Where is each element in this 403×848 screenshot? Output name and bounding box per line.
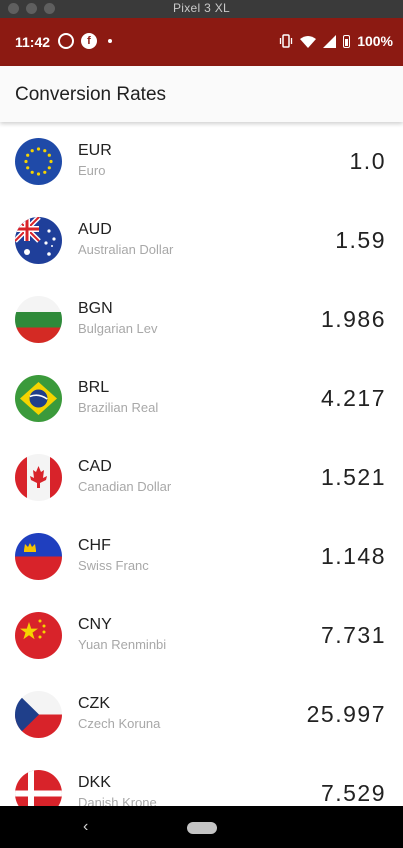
currency-row-brl[interactable]: BRL Brazilian Real 4.217	[0, 359, 403, 438]
currency-code: CAD	[78, 458, 112, 475]
currency-row-czk[interactable]: CZK Czech Koruna 25.997	[0, 675, 403, 754]
signal-icon	[323, 34, 337, 48]
f-app-icon: f	[81, 33, 97, 49]
battery-icon	[343, 34, 351, 48]
currency-row-cny[interactable]: CNY Yuan Renminbi 7.731	[0, 596, 403, 675]
currency-rate: 4.217	[320, 385, 386, 411]
currency-code: AUD	[78, 221, 112, 238]
currency-name: Canadian Dollar	[78, 479, 172, 494]
li-flag-icon	[15, 533, 62, 580]
whatsapp-icon	[58, 33, 74, 49]
currency-name: Swiss Franc	[78, 558, 149, 573]
wifi-icon	[300, 35, 317, 48]
currency-list[interactable]: EUR Euro 1.0 AUD Australian Dollar 1.59 …	[0, 122, 403, 806]
emulator-title: Pixel 3 XL	[172, 1, 231, 15]
currency-rate: 1.59	[335, 227, 386, 253]
currency-code: BGN	[78, 300, 113, 317]
bg-flag-icon	[15, 296, 62, 343]
currency-rate: 1.148	[320, 543, 386, 569]
currency-row-chf[interactable]: CHF Swiss Franc 1.148	[0, 517, 403, 596]
currency-code: EUR	[78, 142, 112, 159]
status-time: 11:42	[15, 34, 51, 50]
currency-rate: 1.0	[349, 148, 386, 174]
currency-name: Czech Koruna	[78, 716, 161, 731]
cn-flag-icon	[15, 612, 62, 659]
currency-rate: 7.731	[320, 622, 386, 648]
currency-rate: 7.529	[320, 780, 386, 806]
home-pill-icon[interactable]	[187, 822, 217, 834]
notification-dot-icon	[108, 39, 112, 43]
back-chevron-icon[interactable]: ‹	[83, 818, 88, 836]
cz-flag-icon	[15, 691, 62, 738]
currency-rate: 1.986	[320, 306, 386, 332]
vibrate-icon	[280, 34, 293, 48]
currency-row-dkk[interactable]: DKK Danish Krone 7.529	[0, 754, 403, 806]
currency-name: Brazilian Real	[78, 400, 159, 415]
currency-code: CZK	[78, 695, 110, 712]
battery-percentage: 100%	[357, 33, 393, 49]
currency-rate: 1.521	[320, 464, 386, 490]
currency-name: Yuan Renminbi	[78, 637, 167, 652]
currency-row-bgn[interactable]: BGN Bulgarian Lev 1.986	[0, 280, 403, 359]
dk-flag-icon	[15, 770, 62, 806]
currency-row-cad[interactable]: CAD Canadian Dollar 1.521	[0, 438, 403, 517]
system-nav-bar: ‹	[0, 806, 403, 848]
currency-code: DKK	[78, 774, 111, 791]
br-flag-icon	[15, 375, 62, 422]
ca-flag-icon	[15, 454, 62, 501]
currency-row-eur[interactable]: EUR Euro 1.0	[0, 122, 403, 201]
currency-code: CHF	[78, 537, 111, 554]
currency-name: Euro	[78, 163, 106, 178]
page-title: Conversion Rates	[15, 84, 167, 105]
emulator-title-bar: Pixel 3 XL	[0, 0, 403, 18]
currency-rate: 25.997	[306, 701, 386, 727]
currency-name: Danish Krone	[78, 795, 157, 806]
au-flag-icon	[15, 217, 62, 264]
currency-name: Bulgarian Lev	[78, 321, 158, 336]
status-bar: 11:42 f 100%	[0, 18, 403, 66]
app-bar: Conversion Rates	[0, 66, 403, 122]
currency-code: CNY	[78, 616, 112, 633]
eu-flag-icon	[15, 138, 62, 185]
currency-code: BRL	[78, 379, 110, 396]
currency-name: Australian Dollar	[78, 242, 174, 257]
currency-row-aud[interactable]: AUD Australian Dollar 1.59	[0, 201, 403, 280]
